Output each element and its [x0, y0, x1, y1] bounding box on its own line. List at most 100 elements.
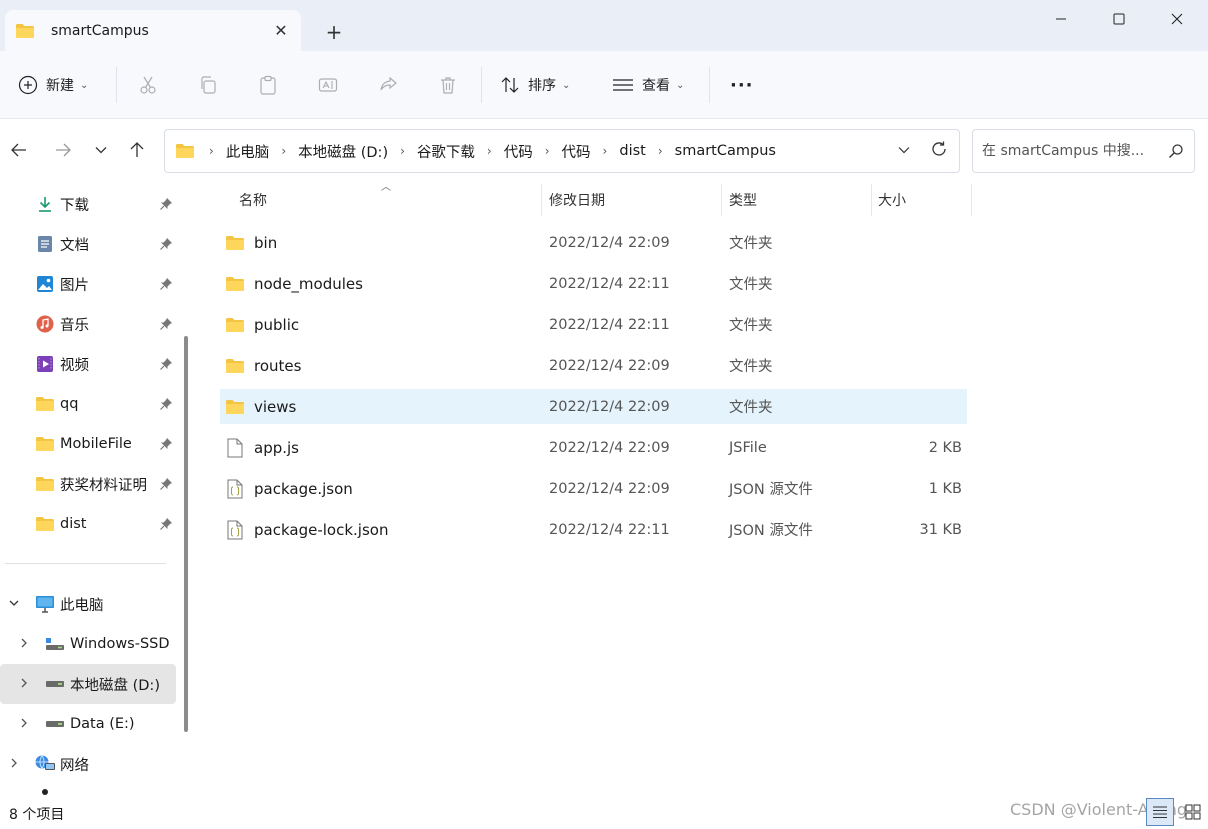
back-button[interactable] — [4, 133, 34, 167]
tiles-view-button[interactable] — [1180, 798, 1206, 826]
sidebar-item-award-materials[interactable]: 获奖材料证明 — [0, 464, 176, 504]
sort-button[interactable]: 排序 ⌄ — [500, 67, 570, 103]
breadcrumb-item[interactable]: dist — [619, 143, 645, 159]
file-row[interactable]: bin 2022/12/4 22:09 文件夹 — [220, 225, 967, 260]
column-header-type[interactable]: 类型 — [729, 184, 869, 216]
sidebar-item-local-disk-d[interactable]: 本地磁盘 (D:) — [0, 664, 176, 704]
column-divider[interactable] — [721, 184, 722, 216]
pin-icon[interactable] — [159, 517, 173, 531]
recent-locations-button[interactable] — [86, 133, 116, 167]
minimize-button[interactable] — [1032, 0, 1090, 38]
new-tab-button[interactable]: + — [316, 18, 352, 46]
breadcrumb-item[interactable]: 代码 — [562, 141, 591, 162]
chevron-right-icon[interactable]: › — [487, 144, 492, 158]
delete-button[interactable] — [438, 67, 458, 103]
breadcrumb-item[interactable]: 谷歌下载 — [417, 141, 475, 162]
chevron-right-icon[interactable]: › — [281, 144, 286, 158]
plus-circle-icon — [18, 75, 38, 95]
folder-icon — [225, 233, 245, 253]
pin-icon[interactable] — [159, 437, 173, 451]
breadcrumb-item[interactable]: 本地磁盘 (D:) — [298, 141, 388, 162]
search-box[interactable] — [972, 129, 1195, 173]
expander-collapsed-icon[interactable] — [16, 637, 32, 652]
item-count: 8 个项目 — [9, 807, 65, 823]
column-header-date[interactable]: 修改日期 — [549, 184, 719, 216]
file-row[interactable]: views 2022/12/4 22:09 文件夹 — [220, 389, 967, 424]
column-divider[interactable] — [541, 184, 542, 216]
file-row[interactable]: package.json 2022/12/4 22:09 JSON 源文件 1 … — [220, 471, 967, 506]
sidebar-item-qq[interactable]: qq — [0, 384, 176, 424]
sidebar-item-dist[interactable]: dist — [0, 504, 176, 544]
search-input[interactable] — [982, 143, 1158, 159]
sidebar-item-windows-ssd[interactable]: Windows-SSD — [0, 624, 176, 664]
chevron-right-icon[interactable]: › — [545, 144, 550, 158]
sidebar-scrollbar[interactable] — [184, 336, 188, 732]
paste-button[interactable] — [258, 67, 278, 103]
expander-expanded-icon[interactable] — [6, 597, 22, 612]
forward-button[interactable] — [48, 133, 78, 167]
rename-button[interactable] — [318, 67, 338, 103]
chevron-right-icon[interactable]: › — [658, 144, 663, 158]
maximize-button[interactable] — [1090, 0, 1148, 38]
sidebar-item-this-pc[interactable]: 此电脑 — [0, 584, 176, 624]
sidebar-item-music[interactable]: 音乐 — [0, 304, 176, 344]
chevron-right-icon[interactable]: › — [400, 144, 405, 158]
cut-button[interactable] — [138, 67, 158, 103]
address-bar[interactable]: › 此电脑 › 本地磁盘 (D:) › 谷歌下载 › 代码 › 代码 › dis… — [164, 129, 960, 173]
column-divider[interactable] — [971, 184, 972, 216]
up-button[interactable] — [122, 133, 152, 167]
folder-icon — [225, 356, 245, 376]
breadcrumb-item[interactable]: smartCampus — [675, 143, 776, 159]
file-row[interactable]: package-lock.json 2022/12/4 22:11 JSON 源… — [220, 512, 967, 547]
search-icon[interactable] — [1158, 143, 1194, 159]
column-header-label: 类型 — [729, 193, 757, 209]
address-history-button[interactable] — [889, 143, 919, 160]
pin-icon[interactable] — [159, 317, 173, 331]
sidebar-item-label: 视频 — [60, 357, 89, 374]
sidebar-item-documents[interactable]: 文档 — [0, 224, 176, 264]
chevron-down-icon — [95, 147, 107, 154]
chevron-down-icon: ⌄ — [80, 79, 89, 91]
expander-collapsed-icon[interactable] — [16, 677, 32, 692]
column-divider[interactable] — [871, 184, 872, 216]
breadcrumb-item[interactable]: 代码 — [504, 141, 533, 162]
breadcrumb-item[interactable]: 此电脑 — [226, 141, 270, 162]
drive-icon — [44, 634, 66, 654]
sidebar-item-partial — [0, 784, 176, 800]
new-button[interactable]: 新建 ⌄ — [18, 67, 88, 103]
sidebar-item-network[interactable]: 网络 — [0, 744, 176, 784]
more-options-button[interactable]: ··· — [730, 67, 754, 103]
file-row[interactable]: app.js 2022/12/4 22:09 JSFile 2 KB — [220, 430, 967, 465]
pin-icon[interactable] — [159, 357, 173, 371]
file-row[interactable]: routes 2022/12/4 22:09 文件夹 — [220, 348, 967, 383]
pin-icon[interactable] — [159, 277, 173, 291]
file-size — [871, 348, 962, 383]
details-view-button[interactable] — [1146, 798, 1174, 826]
expander-collapsed-icon[interactable] — [6, 757, 22, 772]
tab-smartcampus[interactable]: smartCampus ✕ — [5, 10, 301, 51]
share-button[interactable] — [378, 67, 398, 103]
sidebar-item-videos[interactable]: 视频 — [0, 344, 176, 384]
scissors-icon — [140, 76, 156, 94]
expander-collapsed-icon[interactable] — [16, 717, 32, 732]
file-row[interactable]: public 2022/12/4 22:11 文件夹 — [220, 307, 967, 342]
sidebar-item-mobilefile[interactable]: MobileFile — [0, 424, 176, 464]
sidebar-item-label: 文档 — [60, 237, 89, 254]
file-row[interactable]: node_modules 2022/12/4 22:11 文件夹 — [220, 266, 967, 301]
pin-icon[interactable] — [159, 197, 173, 211]
pin-icon[interactable] — [159, 237, 173, 251]
chevron-right-icon[interactable]: › — [603, 144, 608, 158]
column-header-size[interactable]: 大小 — [878, 184, 970, 216]
sidebar-item-pictures[interactable]: 图片 — [0, 264, 176, 304]
pin-icon[interactable] — [159, 477, 173, 491]
sidebar-item-data-e[interactable]: Data (E:) — [0, 704, 176, 744]
sidebar-item-downloads[interactable]: 下载 — [0, 184, 176, 224]
view-button[interactable]: 查看 ⌄ — [612, 67, 684, 103]
file-type: 文件夹 — [729, 236, 773, 252]
tab-close-button[interactable]: ✕ — [261, 21, 301, 40]
column-header-name[interactable]: 名称 — [239, 184, 539, 216]
copy-button[interactable] — [198, 67, 218, 103]
close-window-button[interactable] — [1148, 0, 1206, 38]
refresh-button[interactable] — [919, 140, 959, 162]
pin-icon[interactable] — [159, 397, 173, 411]
